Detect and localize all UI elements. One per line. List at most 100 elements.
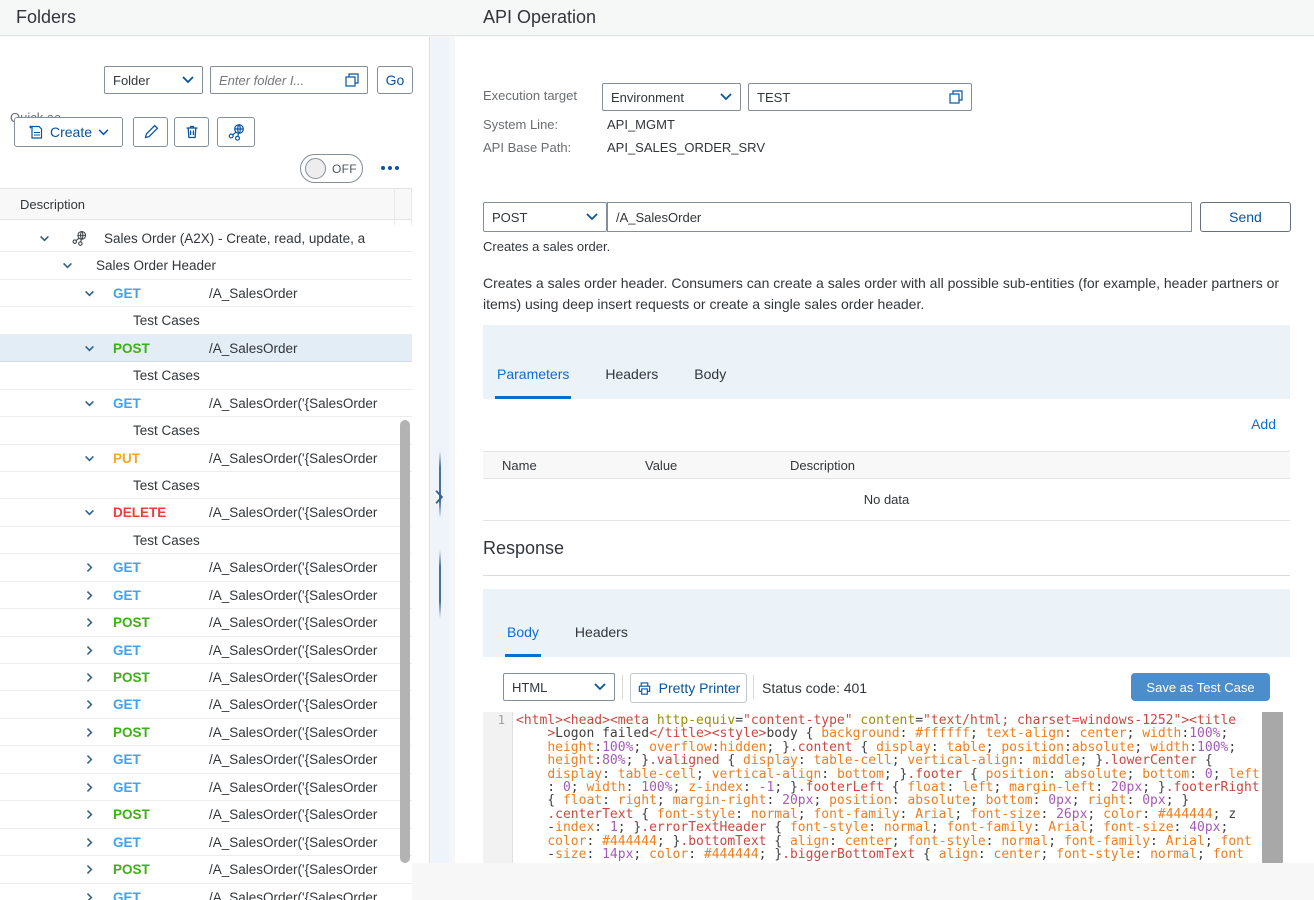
chevron-down-icon xyxy=(182,76,194,84)
tab-parameters[interactable]: Parameters xyxy=(495,366,571,399)
column-description: Description xyxy=(790,458,855,473)
tree-item[interactable]: Test Cases xyxy=(0,362,412,389)
method-label: GET xyxy=(113,396,141,411)
send-button[interactable]: Send xyxy=(1200,202,1291,232)
tree-item[interactable]: Sales Order Header xyxy=(0,252,412,279)
folders-panel-title: Folders xyxy=(16,7,76,28)
code-line: -size: 14px; color: #444444; }.biggerBot… xyxy=(516,848,1261,861)
chevron-down-icon[interactable] xyxy=(83,397,96,415)
tree-item-get[interactable]: GET/A_SalesOrder('{SalesOrder xyxy=(0,829,412,856)
method-label: GET xyxy=(113,835,141,850)
tree-item-get[interactable]: GET/A_SalesOrder('{SalesOrder xyxy=(0,746,412,773)
chevron-right-icon[interactable] xyxy=(83,698,96,716)
edit-button[interactable] xyxy=(133,117,168,147)
chevron-down-icon[interactable] xyxy=(83,287,96,305)
panel-splitter[interactable] xyxy=(431,37,455,863)
tree-item-get[interactable]: GET/A_SalesOrder xyxy=(0,280,412,307)
tree-item-get[interactable]: GET/A_SalesOrder('{SalesOrder xyxy=(0,884,412,900)
add-parameter-link[interactable]: Add xyxy=(1251,416,1276,432)
tree-item-get[interactable]: GET/A_SalesOrder('{SalesOrder xyxy=(0,390,412,417)
tree-item-get[interactable]: GET/A_SalesOrder('{SalesOrder xyxy=(0,774,412,801)
code-gutter: 1 xyxy=(483,712,513,863)
environment-value: TEST xyxy=(757,90,790,105)
http-method-select[interactable]: POST xyxy=(483,202,607,232)
tree-item[interactable]: Test Cases xyxy=(0,472,412,499)
tree-item-post[interactable]: POST/A_SalesOrder('{SalesOrder xyxy=(0,801,412,828)
folder-id-input[interactable]: Enter folder I... xyxy=(210,66,368,94)
tree-item[interactable]: Sales Order (A2X) - Create, read, update… xyxy=(0,225,412,252)
tree-item-delete[interactable]: DELETE/A_SalesOrder('{SalesOrder xyxy=(0,499,412,526)
chevron-right-icon[interactable] xyxy=(83,561,96,579)
network-service-icon xyxy=(227,123,246,142)
path-label: /A_SalesOrder('{SalesOrder xyxy=(209,615,393,630)
method-label: GET xyxy=(113,697,141,712)
toggle-switch[interactable]: OFF xyxy=(300,154,363,183)
chevron-right-icon[interactable] xyxy=(83,863,96,881)
path-label: /A_SalesOrder('{SalesOrder xyxy=(209,807,393,822)
chevron-right-icon[interactable] xyxy=(83,726,96,744)
value-help-icon[interactable] xyxy=(345,73,359,87)
code-line: -index: 1; }.errorTextHeader { font-styl… xyxy=(516,821,1261,834)
tree-item[interactable]: Test Cases xyxy=(0,417,412,444)
tree-item-get[interactable]: GET/A_SalesOrder('{SalesOrder xyxy=(0,637,412,664)
tree-item[interactable]: Test Cases xyxy=(0,527,412,554)
request-url-input[interactable]: /A_SalesOrder xyxy=(607,202,1192,232)
response-format-select[interactable]: HTML xyxy=(503,673,615,701)
chevron-right-icon[interactable] xyxy=(83,836,96,854)
create-button[interactable]: Create xyxy=(14,117,123,147)
tree-item-post[interactable]: POST/A_SalesOrder('{SalesOrder xyxy=(0,719,412,746)
chevron-down-icon[interactable] xyxy=(83,452,96,470)
environment-input[interactable]: TEST xyxy=(748,83,972,111)
path-label: /A_SalesOrder('{SalesOrder xyxy=(209,560,393,575)
chevron-down-icon[interactable] xyxy=(83,506,96,524)
chevron-right-icon[interactable] xyxy=(83,671,96,689)
chevron-right-icon[interactable] xyxy=(83,589,96,607)
code-line: height:100%; overflow:hidden; }.content … xyxy=(516,741,1261,754)
value-help-icon[interactable] xyxy=(949,90,963,104)
tree-item-post[interactable]: POST/A_SalesOrder('{SalesOrder xyxy=(0,664,412,691)
toolbar-divider xyxy=(622,675,623,699)
pretty-printer-button[interactable]: Pretty Printer xyxy=(630,673,747,703)
response-tabstrip: Body Headers xyxy=(483,589,1290,657)
tree-item-get[interactable]: GET/A_SalesOrder('{SalesOrder xyxy=(0,582,412,609)
chevron-right-icon[interactable] xyxy=(83,891,96,900)
code-scrollbar[interactable] xyxy=(1262,712,1283,863)
overflow-menu-button[interactable] xyxy=(381,166,399,170)
toggle-knob xyxy=(305,158,326,179)
toggle-label: OFF xyxy=(332,162,357,176)
tab-body[interactable]: Body xyxy=(692,366,728,399)
service-icon xyxy=(71,230,88,252)
chevron-right-icon[interactable] xyxy=(83,616,96,634)
tree-item-post[interactable]: POST/A_SalesOrder('{SalesOrder xyxy=(0,609,412,636)
path-label: /A_SalesOrder('{SalesOrder xyxy=(209,505,393,520)
tree-item[interactable]: Test Cases xyxy=(0,307,412,334)
chevron-down-icon[interactable] xyxy=(38,232,51,250)
tree-item-put[interactable]: PUT/A_SalesOrder('{SalesOrder xyxy=(0,445,412,472)
tab-headers[interactable]: Headers xyxy=(603,366,660,399)
tree-label: Sales Order (A2X) - Create, read, update… xyxy=(104,231,394,246)
tree-item-post[interactable]: POST/A_SalesOrder xyxy=(0,335,412,362)
chevron-right-icon[interactable] xyxy=(83,753,96,771)
execution-target-type-select[interactable]: Environment xyxy=(602,83,741,111)
folder-type-select[interactable]: Folder xyxy=(104,66,203,94)
tree-item-post[interactable]: POST/A_SalesOrder('{SalesOrder xyxy=(0,856,412,883)
chevron-down-icon[interactable] xyxy=(61,259,74,277)
save-as-test-case-button[interactable]: Save as Test Case xyxy=(1131,673,1270,701)
chevron-down-icon[interactable] xyxy=(83,342,96,360)
delete-button[interactable] xyxy=(174,117,209,147)
path-label: /A_SalesOrder('{SalesOrder xyxy=(209,890,393,900)
execution-target-type-value: Environment xyxy=(611,90,684,105)
tree-item-get[interactable]: GET/A_SalesOrder('{SalesOrder xyxy=(0,554,412,581)
service-mapping-button[interactable] xyxy=(217,117,255,147)
chevron-down-icon xyxy=(720,93,732,101)
tab-response-headers[interactable]: Headers xyxy=(573,624,630,657)
tree-item-get[interactable]: GET/A_SalesOrder('{SalesOrder xyxy=(0,691,412,718)
tree-scrollbar[interactable] xyxy=(400,420,410,863)
go-button[interactable]: Go xyxy=(377,66,413,94)
collapse-panel-chevron-icon[interactable] xyxy=(434,489,444,505)
tab-response-body[interactable]: Body xyxy=(505,624,541,657)
chevron-right-icon[interactable] xyxy=(83,808,96,826)
chevron-right-icon[interactable] xyxy=(83,644,96,662)
splitter-grip-bottom xyxy=(439,550,441,618)
chevron-right-icon[interactable] xyxy=(83,781,96,799)
